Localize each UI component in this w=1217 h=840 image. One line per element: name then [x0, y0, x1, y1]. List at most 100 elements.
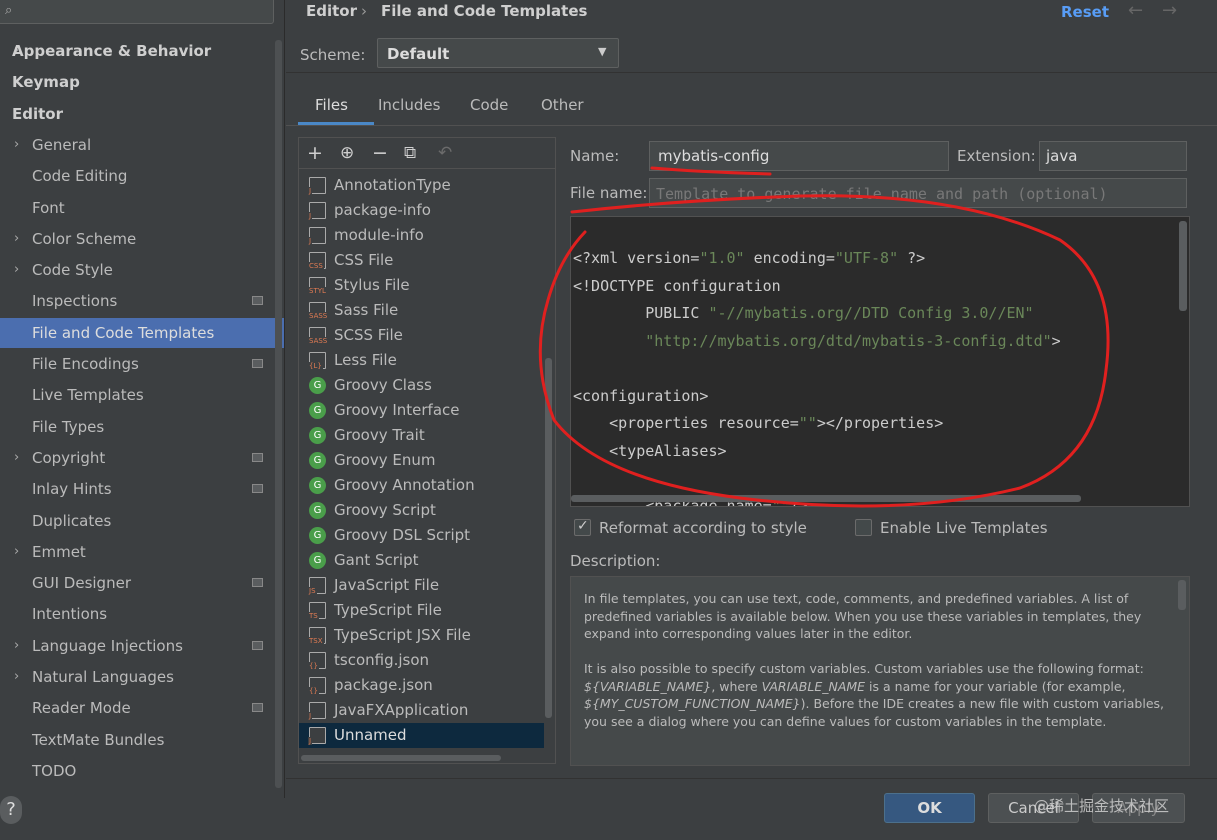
list-horizontal-scrollbar[interactable]	[301, 755, 501, 761]
template-list-item[interactable]: J Unnamed	[299, 723, 544, 748]
template-list-item[interactable]: G Groovy Annotation	[299, 473, 544, 498]
sidebar-item[interactable]: Code Editing	[0, 161, 284, 191]
description-label: Description:	[570, 552, 661, 570]
template-list-item[interactable]: G Groovy Class	[299, 373, 544, 398]
chevron-right-icon[interactable]: ›	[14, 224, 19, 254]
template-list-item[interactable]: TSX TypeScript JSX File	[299, 623, 544, 648]
file-type-tag: J	[308, 212, 313, 220]
template-list-item[interactable]: J JavaFXApplication	[299, 698, 544, 723]
reset-to-default-icon[interactable]: ↶	[438, 143, 452, 163]
desc-text: is a name for your variable (for example…	[865, 678, 1126, 694]
template-list-item[interactable]: SASS Sass File	[299, 298, 544, 323]
reset-link[interactable]: Reset	[1061, 3, 1109, 21]
live-templates-checkbox[interactable]	[855, 519, 872, 536]
template-list-item[interactable]: {L} Less File	[299, 348, 544, 373]
extension-field[interactable]: java	[1039, 141, 1187, 171]
template-list-item[interactable]: G Gant Script	[299, 548, 544, 573]
help-button[interactable]: ?	[0, 796, 22, 824]
template-list-item[interactable]: CSS CSS File	[299, 248, 544, 273]
add-icon[interactable]: +	[307, 142, 323, 164]
template-code-editor[interactable]: <?xml version="1.0" encoding="UTF-8" ?> <…	[570, 216, 1190, 507]
sidebar-item[interactable]: Duplicates	[0, 506, 284, 536]
forward-arrow-icon[interactable]: →	[1162, 0, 1177, 21]
chevron-right-icon[interactable]: ›	[14, 631, 19, 661]
file-type-tag: G	[313, 380, 322, 391]
sidebar-item[interactable]: Intentions	[0, 599, 284, 629]
code-token: <!DOCTYPE configuration	[573, 276, 781, 295]
chevron-right-icon[interactable]: ›	[14, 662, 19, 692]
tab-code[interactable]: Code	[470, 96, 508, 122]
reformat-checkbox[interactable]	[574, 518, 591, 536]
sidebar-item[interactable]: File Encodings	[0, 349, 284, 379]
sidebar-item[interactable]: › Color Scheme	[0, 224, 284, 254]
sidebar-item[interactable]: TODO	[0, 756, 284, 786]
back-arrow-icon[interactable]: ←	[1128, 0, 1143, 21]
template-list-item[interactable]: {} tsconfig.json	[299, 648, 544, 673]
name-field[interactable]: mybatis-config	[649, 141, 949, 171]
sidebar-item[interactable]: Inlay Hints	[0, 474, 284, 504]
template-list-item[interactable]: G Groovy Enum	[299, 448, 544, 473]
project-scope-icon	[252, 703, 263, 713]
sidebar-item[interactable]: › Emmet	[0, 537, 284, 567]
template-list-item[interactable]: Jmodule-info	[299, 223, 544, 248]
template-list-item[interactable]: J AnnotationType	[299, 173, 544, 198]
file-name-field[interactable]: Template to generate file name and path …	[649, 178, 1187, 208]
sidebar-item[interactable]: File Types	[0, 412, 284, 442]
sidebar-item[interactable]: › Language Injections	[0, 631, 284, 661]
file-type-tag: {L}	[308, 362, 323, 370]
sidebar-item[interactable]: Editor	[0, 99, 284, 129]
template-list-item[interactable]: G Groovy Script	[299, 498, 544, 523]
reformat-label[interactable]: Reformat according to style	[599, 519, 807, 537]
sidebar-item[interactable]: TextMate Bundles	[0, 725, 284, 755]
tab-files[interactable]: Files	[315, 96, 348, 122]
template-list-item[interactable]: G Groovy Trait	[299, 423, 544, 448]
template-list-item[interactable]: JS JavaScript File	[299, 573, 544, 598]
chevron-right-icon[interactable]: ›	[14, 255, 19, 285]
sidebar-item[interactable]: › Appearance & Behavior	[0, 36, 284, 66]
sidebar-item[interactable]: Font	[0, 193, 284, 223]
breadcrumb-editor[interactable]: Editor	[306, 2, 357, 20]
code-token: ?>	[898, 249, 926, 267]
scheme-dropdown[interactable]: Default ▼	[377, 38, 619, 68]
tab-other[interactable]: Other	[541, 96, 584, 122]
editor-horizontal-scrollbar[interactable]	[571, 495, 1081, 502]
chevron-right-icon[interactable]: ›	[14, 537, 19, 567]
template-list-item[interactable]: STYL Stylus File	[299, 273, 544, 298]
template-list-item[interactable]: {} package.json	[299, 673, 544, 698]
description-scrollbar[interactable]	[1178, 580, 1186, 610]
live-templates-label[interactable]: Enable Live Templates	[880, 519, 1048, 537]
description-paragraph-1: In file templates, you can use text, cod…	[584, 591, 1142, 641]
template-list-item[interactable]: G Groovy Interface	[299, 398, 544, 423]
file-template-icon: J	[308, 702, 326, 720]
sidebar-item-label: File Types	[32, 417, 105, 436]
list-scrollbar[interactable]	[545, 358, 552, 718]
sidebar-item[interactable]: Live Templates	[0, 380, 284, 410]
file-type-tag: JS	[308, 587, 317, 595]
sidebar-item[interactable]: › Natural Languages	[0, 662, 284, 692]
chevron-down-icon: ▼	[598, 45, 607, 58]
sidebar-scrollbar[interactable]	[275, 40, 282, 788]
template-list-item[interactable]: SASS SCSS File	[299, 323, 544, 348]
sidebar-item-label: Duplicates	[32, 511, 112, 530]
copy-icon[interactable]: ⧉	[404, 143, 416, 163]
template-list-item[interactable]: TS TypeScript File	[299, 598, 544, 623]
ok-button[interactable]: OK	[884, 793, 975, 823]
chevron-right-icon[interactable]: ›	[14, 443, 19, 473]
settings-search-input[interactable]: ⌕	[0, 0, 274, 24]
tab-includes[interactable]: Includes	[378, 96, 440, 122]
chevron-right-icon[interactable]: ›	[14, 130, 19, 160]
sidebar-item[interactable]: › General	[0, 130, 284, 160]
editor-scrollbar[interactable]	[1179, 221, 1187, 311]
add-child-icon[interactable]: ⊕	[340, 143, 354, 163]
sidebar-item[interactable]: Keymap	[0, 67, 284, 97]
sidebar-item[interactable]: GUI Designer	[0, 568, 284, 598]
template-list-item[interactable]: Jpackage-info	[299, 198, 544, 223]
sidebar-item[interactable]: File and Code Templates	[0, 317, 284, 348]
sidebar-item[interactable]: Inspections	[0, 286, 284, 316]
sidebar-item[interactable]: Reader Mode	[0, 693, 284, 723]
file-type-tag: TS	[308, 612, 319, 620]
sidebar-item[interactable]: › Code Style	[0, 255, 284, 285]
remove-icon[interactable]: −	[372, 142, 388, 164]
template-list-item[interactable]: G Groovy DSL Script	[299, 523, 544, 548]
sidebar-item[interactable]: › Copyright	[0, 443, 284, 473]
